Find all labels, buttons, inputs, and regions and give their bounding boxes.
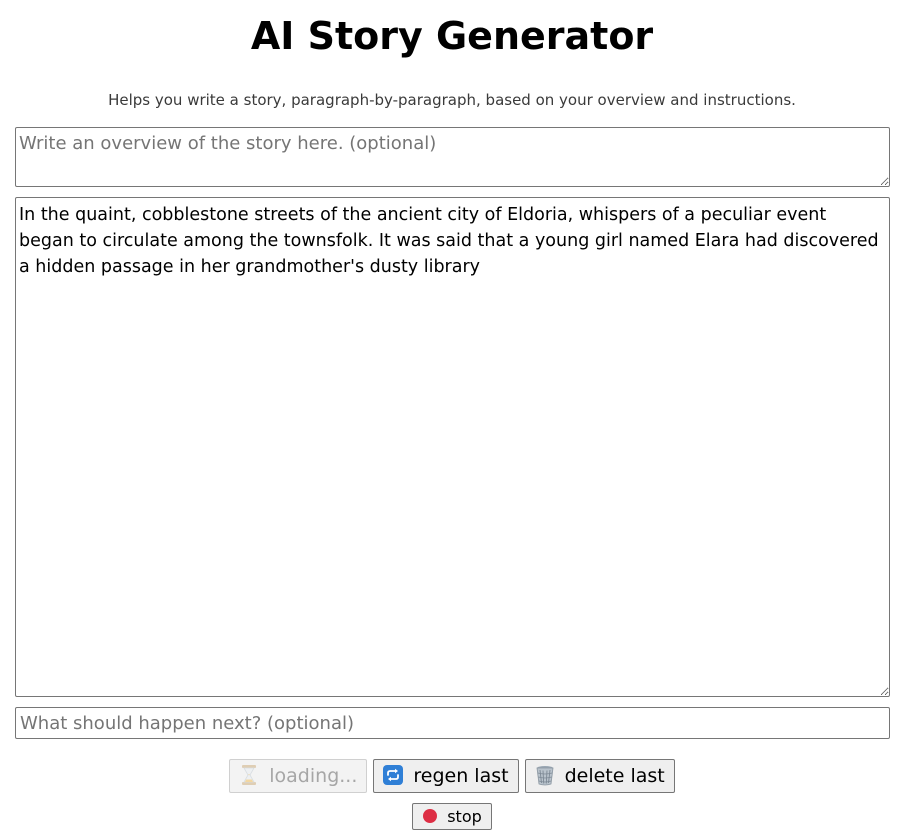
loading-button[interactable]: loading...	[229, 759, 368, 793]
story-overview-textarea[interactable]	[15, 127, 890, 187]
page-title: AI Story Generator	[250, 14, 654, 58]
story-text-textarea[interactable]	[15, 197, 890, 697]
stop-button-row: stop	[0, 803, 904, 830]
regen-last-button-label: regen last	[413, 765, 509, 787]
red-circle-icon	[423, 809, 438, 823]
stop-button[interactable]: stop	[412, 803, 492, 830]
stop-button-label: stop	[447, 807, 482, 826]
wastebasket-icon	[536, 766, 554, 786]
repeat-icon	[383, 765, 404, 785]
hourglass-icon	[242, 765, 257, 785]
action-button-row: loading... regen last delete last	[0, 759, 904, 795]
next-instruction-input[interactable]	[15, 707, 890, 739]
regen-last-button[interactable]: regen last	[373, 759, 519, 793]
delete-last-button-label: delete last	[564, 765, 665, 787]
delete-last-button[interactable]: delete last	[524, 759, 675, 793]
loading-button-label: loading...	[269, 765, 358, 787]
page-subtitle: Helps you write a story, paragraph-by-pa…	[108, 91, 796, 109]
